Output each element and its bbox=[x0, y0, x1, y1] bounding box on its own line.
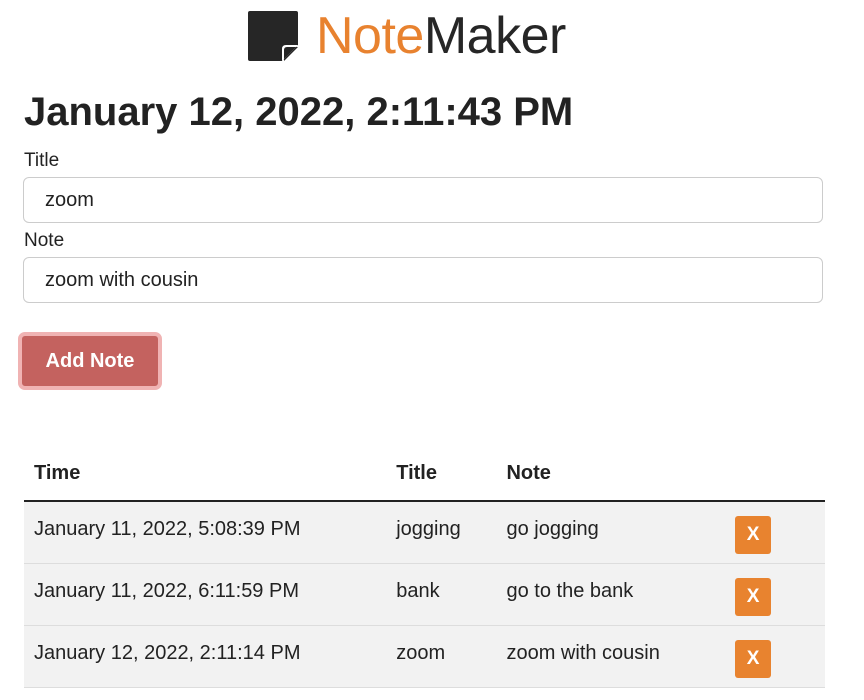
column-header-note: Note bbox=[496, 446, 718, 502]
column-header-time: Time bbox=[24, 446, 387, 502]
note-label: Note bbox=[24, 230, 65, 251]
current-datetime: January 12, 2022, 2:11:43 PM bbox=[24, 90, 574, 134]
cell-delete: X bbox=[717, 501, 825, 564]
table-row: January 11, 2022, 6:11:59 PM bank go to … bbox=[24, 563, 825, 626]
title-input[interactable] bbox=[23, 177, 823, 223]
table-header-row: Time Title Note bbox=[24, 446, 825, 502]
cell-delete: X bbox=[717, 563, 825, 626]
delete-note-button[interactable]: X bbox=[735, 639, 772, 678]
cell-time: January 12, 2022, 2:11:14 PM bbox=[24, 625, 387, 688]
logo-text-main: Maker bbox=[423, 7, 566, 65]
cell-time: January 11, 2022, 5:08:39 PM bbox=[24, 501, 387, 564]
note-input[interactable] bbox=[23, 257, 823, 303]
cell-title: bank bbox=[386, 563, 497, 626]
column-header-delete bbox=[717, 446, 825, 502]
table-row: January 11, 2022, 5:08:39 PM jogging go … bbox=[24, 501, 825, 564]
table-row: January 12, 2022, 2:11:14 PM zoom zoom w… bbox=[24, 625, 825, 688]
cell-time: January 11, 2022, 6:11:59 PM bbox=[24, 563, 387, 626]
add-note-button[interactable]: Add Note bbox=[18, 332, 162, 390]
notemaker-page: NoteMaker January 12, 2022, 2:11:43 PM T… bbox=[0, 0, 864, 700]
app-name: NoteMaker bbox=[316, 8, 566, 64]
delete-note-button[interactable]: X bbox=[735, 516, 772, 554]
app-logo: NoteMaker bbox=[246, 6, 566, 66]
title-label: Title bbox=[24, 150, 60, 171]
sticky-note-icon bbox=[248, 11, 298, 61]
column-header-title: Title bbox=[386, 446, 497, 502]
cell-title: jogging bbox=[386, 501, 497, 564]
cell-note: go jogging bbox=[496, 501, 718, 564]
cell-delete: X bbox=[717, 625, 825, 688]
notes-table: Time Title Note January 11, 2022, 5:08:3… bbox=[24, 446, 825, 688]
cell-note: go to the bank bbox=[496, 563, 718, 626]
cell-title: zoom bbox=[386, 625, 497, 688]
logo-text-accent: Note bbox=[316, 7, 424, 65]
delete-note-button[interactable]: X bbox=[735, 577, 772, 616]
cell-note: zoom with cousin bbox=[496, 625, 718, 688]
